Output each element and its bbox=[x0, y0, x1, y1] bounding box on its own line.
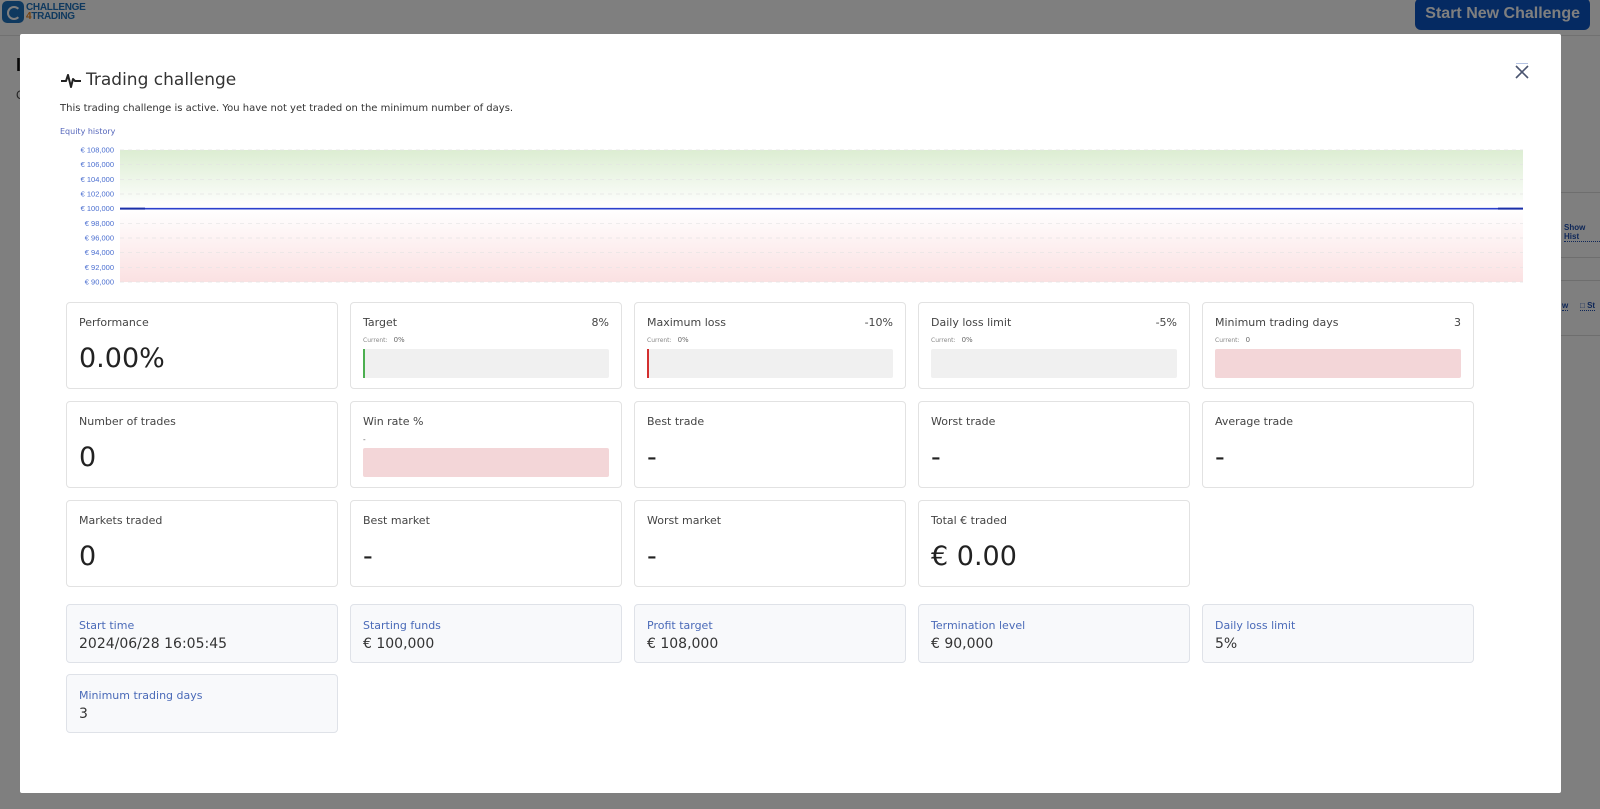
starting-funds-info: Starting funds € 100,000 bbox=[350, 604, 622, 663]
activity-pulse-icon bbox=[61, 74, 81, 88]
termination-level-label: Termination level bbox=[931, 619, 1026, 632]
trading-days-current-value: 0 bbox=[1245, 336, 1251, 344]
y-tick-label: € 98,000 bbox=[85, 219, 114, 228]
equity-history-chart: € 108,000 € 106,000 € 104,000 € 102,000 € 10… bbox=[57, 142, 1523, 292]
performance-value: 0.00% bbox=[79, 343, 165, 374]
y-tick-label: € 90,000 bbox=[85, 278, 114, 287]
close-button[interactable] bbox=[1513, 62, 1531, 80]
target-value: 8% bbox=[591, 316, 609, 329]
y-tick-label: € 100,000 bbox=[81, 204, 114, 213]
equity-history-label: Equity history bbox=[60, 127, 116, 136]
worst-trade-value: - bbox=[931, 442, 941, 473]
current-label: Current: bbox=[363, 337, 388, 344]
starting-funds-label: Starting funds bbox=[363, 619, 441, 632]
minimum-trading-days-card: Minimum trading days 3 Current: 0 bbox=[1202, 302, 1474, 389]
number-of-trades-value: 0 bbox=[79, 442, 97, 473]
total-traded-card: Total € traded € 0.00 bbox=[918, 500, 1190, 587]
win-rate-card: Win rate % - bbox=[350, 401, 622, 488]
maximum-loss-card: Maximum loss -10% Current: 0% bbox=[634, 302, 906, 389]
equity-chart-svg: € 108,000 € 106,000 € 104,000 € 102,000 € 10… bbox=[81, 146, 1523, 287]
close-icon bbox=[1515, 63, 1529, 79]
y-tick-label: € 92,000 bbox=[85, 263, 114, 272]
markets-traded-value: 0 bbox=[79, 541, 97, 572]
progress-marker bbox=[363, 349, 365, 378]
profit-target-label: Profit target bbox=[647, 619, 713, 632]
average-trade-label: Average trade bbox=[1215, 415, 1293, 428]
profit-target-value: € 108,000 bbox=[647, 636, 719, 652]
performance-label: Performance bbox=[79, 316, 149, 329]
maximum-loss-label: Maximum loss bbox=[647, 316, 726, 329]
minimum-trading-days-label: Minimum trading days bbox=[1215, 316, 1339, 329]
best-market-card: Best market - bbox=[350, 500, 622, 587]
y-tick-label: € 94,000 bbox=[85, 248, 114, 257]
worst-market-value: - bbox=[647, 541, 657, 572]
termination-level-info: Termination level € 90,000 bbox=[918, 604, 1190, 663]
target-current-value: 0% bbox=[393, 336, 405, 344]
daily-loss-limit-value: -5% bbox=[1155, 316, 1177, 329]
minimum-trading-days-value: 3 bbox=[1454, 316, 1461, 329]
minimum-trading-days-info: Minimum trading days 3 bbox=[66, 674, 338, 733]
challenge-status-text: This trading challenge is active. You ha… bbox=[60, 103, 514, 114]
maximum-loss-value: -10% bbox=[864, 316, 893, 329]
number-of-trades-label: Number of trades bbox=[79, 415, 176, 428]
worst-trade-card: Worst trade - bbox=[918, 401, 1190, 488]
target-label: Target bbox=[363, 316, 398, 329]
progress-marker bbox=[647, 349, 649, 378]
trading-challenge-modal: Trading challenge This trading challenge… bbox=[20, 34, 1561, 793]
average-trade-value: - bbox=[1215, 442, 1225, 473]
minimum-trading-days-info-label: Minimum trading days bbox=[79, 689, 203, 702]
modal-title: Trading challenge bbox=[60, 70, 236, 90]
markets-traded-card: Markets traded 0 bbox=[66, 500, 338, 587]
average-trade-card: Average trade - bbox=[1202, 401, 1474, 488]
worst-market-label: Worst market bbox=[647, 514, 722, 527]
total-traded-label: Total € traded bbox=[931, 514, 1007, 527]
daily-loss-limit-info-value: 5% bbox=[1215, 636, 1238, 652]
start-time-label: Start time bbox=[79, 619, 135, 632]
performance-card: Performance 0.00% bbox=[66, 302, 338, 389]
win-rate-value: - bbox=[363, 435, 366, 444]
worst-trade-label: Worst trade bbox=[931, 415, 996, 428]
y-tick-label: € 108,000 bbox=[81, 146, 114, 155]
best-market-value: - bbox=[363, 541, 373, 572]
win-rate-bar bbox=[363, 448, 609, 477]
starting-funds-value: € 100,000 bbox=[363, 636, 435, 652]
best-trade-card: Best trade - bbox=[634, 401, 906, 488]
minimum-trading-days-info-value: 3 bbox=[79, 706, 88, 722]
termination-level-value: € 90,000 bbox=[931, 636, 994, 652]
current-label: Current: bbox=[931, 337, 956, 344]
best-trade-value: - bbox=[647, 442, 657, 473]
maximum-loss-current-value: 0% bbox=[677, 336, 689, 344]
total-traded-value: € 0.00 bbox=[931, 541, 1017, 572]
y-tick-label: € 106,000 bbox=[81, 160, 114, 169]
daily-loss-limit-info-label: Daily loss limit bbox=[1215, 619, 1296, 632]
current-label: Current: bbox=[1215, 337, 1240, 344]
y-tick-label: € 96,000 bbox=[85, 234, 114, 243]
best-trade-label: Best trade bbox=[647, 415, 705, 428]
maximum-loss-progress-bar bbox=[647, 349, 893, 378]
current-label: Current: bbox=[647, 337, 672, 344]
y-tick-label: € 104,000 bbox=[81, 175, 114, 184]
start-time-value: 2024/06/28 16:05:45 bbox=[79, 636, 228, 652]
target-card: Target 8% Current: 0% bbox=[350, 302, 622, 389]
best-market-label: Best market bbox=[363, 514, 430, 527]
daily-loss-limit-card: Daily loss limit -5% Current: 0% bbox=[918, 302, 1190, 389]
profit-target-info: Profit target € 108,000 bbox=[634, 604, 906, 663]
trading-days-progress-bar bbox=[1215, 349, 1461, 378]
modal-title-text: Trading challenge bbox=[86, 70, 237, 90]
daily-loss-progress-bar bbox=[931, 349, 1177, 378]
number-of-trades-card: Number of trades 0 bbox=[66, 401, 338, 488]
markets-traded-label: Markets traded bbox=[79, 514, 163, 527]
worst-market-card: Worst market - bbox=[634, 500, 906, 587]
target-progress-bar bbox=[363, 349, 609, 378]
y-tick-label: € 102,000 bbox=[81, 190, 114, 199]
daily-loss-limit-label: Daily loss limit bbox=[931, 316, 1012, 329]
start-time-info: Start time 2024/06/28 16:05:45 bbox=[66, 604, 338, 663]
daily-loss-current-value: 0% bbox=[961, 336, 973, 344]
daily-loss-limit-info: Daily loss limit 5% bbox=[1202, 604, 1474, 663]
loss-zone-band bbox=[120, 208, 1523, 282]
win-rate-label: Win rate % bbox=[363, 415, 424, 428]
